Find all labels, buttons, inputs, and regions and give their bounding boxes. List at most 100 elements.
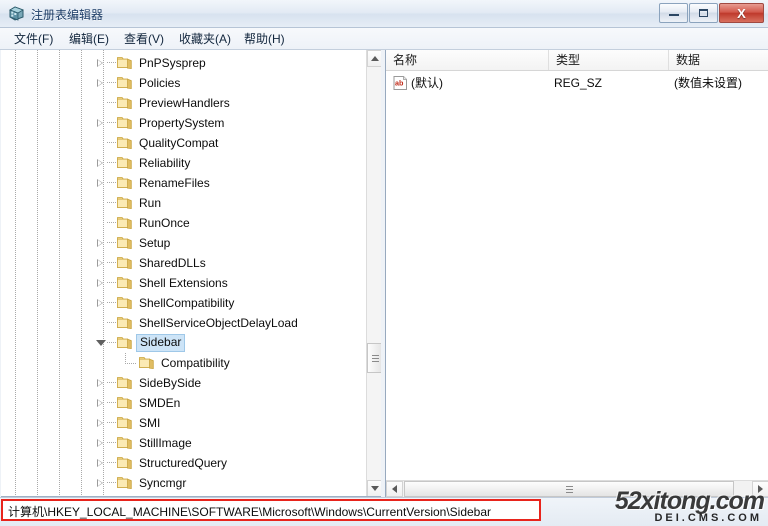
minimize-icon <box>668 11 679 16</box>
window-title: 注册表编辑器 <box>31 8 104 22</box>
tree-item-label: ShellServiceObjectDelayLoad <box>139 316 298 330</box>
hscroll-left-button[interactable] <box>386 481 403 497</box>
expand-triangle-icon[interactable] <box>95 73 111 93</box>
registry-tree[interactable]: PnPSysprep Policies PreviewHandlers Propert… <box>1 50 367 496</box>
status-path-highlight: 计算机\HKEY_LOCAL_MACHINE\SOFTWARE\Microsof… <box>1 499 541 521</box>
registry-editor-icon <box>8 5 25 22</box>
expand-triangle-icon[interactable] <box>95 153 111 173</box>
value-name: (默认) <box>411 76 443 90</box>
tree-item[interactable]: Run <box>1 193 367 213</box>
folder-icon <box>117 436 132 449</box>
tree-item-label: Syncmgr <box>139 476 187 490</box>
tree-item[interactable]: PreviewHandlers <box>1 93 367 113</box>
table-row[interactable]: ab (默认) REG_SZ (数值未设置) <box>386 74 768 92</box>
tree-item[interactable]: SideBySide <box>1 373 367 393</box>
expand-triangle-icon[interactable] <box>95 413 111 433</box>
tree-item[interactable]: Sidebar <box>1 333 367 353</box>
folder-icon <box>117 376 132 389</box>
expand-triangle-icon[interactable] <box>95 453 111 473</box>
registry-tree-pane[interactable]: PnPSysprep Policies PreviewHandlers Propert… <box>1 50 384 497</box>
minimize-button[interactable] <box>659 3 688 23</box>
expand-triangle-icon[interactable] <box>95 433 111 453</box>
title-bar[interactable]: 注册表编辑器 X <box>0 0 768 28</box>
collapse-triangle-icon[interactable] <box>95 333 111 353</box>
menu-help[interactable]: 帮助(H) <box>240 31 289 47</box>
column-header-name[interactable]: 名称 <box>386 50 549 70</box>
grip-icon <box>565 485 573 493</box>
string-value-icon: ab <box>393 76 408 90</box>
folder-icon <box>117 136 132 149</box>
folder-icon <box>117 456 132 469</box>
menu-file[interactable]: 文件(F) <box>10 31 57 47</box>
close-icon: X <box>737 5 746 21</box>
watermark-secondary: DEI.CMS.COM <box>654 512 762 524</box>
expand-triangle-icon[interactable] <box>95 233 111 253</box>
tree-item[interactable]: StillImage <box>1 433 367 453</box>
folder-icon <box>117 396 132 409</box>
tree-item-label: StructuredQuery <box>139 456 228 470</box>
scroll-up-icon <box>371 56 379 61</box>
folder-icon <box>117 56 132 69</box>
tree-item[interactable]: Reliability <box>1 153 367 173</box>
column-header-data[interactable]: 数据 <box>669 50 768 70</box>
tree-item[interactable]: RenameFiles <box>1 173 367 193</box>
tree-item[interactable]: Setup <box>1 233 367 253</box>
window-controls: X <box>658 3 764 24</box>
tree-item-label: SMI <box>139 416 161 430</box>
tree-item[interactable]: Syncmgr <box>1 473 367 493</box>
values-column-header: 名称 类型 数据 <box>386 50 768 71</box>
tree-item-label: Setup <box>139 236 171 250</box>
folder-icon <box>117 256 132 269</box>
tree-item-label: RunOnce <box>139 216 190 230</box>
tree-item-label: Run <box>139 196 162 210</box>
tree-item-label: Compatibility <box>161 356 230 370</box>
tree-item-label: Policies <box>139 76 181 90</box>
expand-triangle-icon[interactable] <box>95 113 111 133</box>
expand-triangle-icon[interactable] <box>95 293 111 313</box>
folder-icon <box>117 316 132 329</box>
expand-triangle-icon[interactable] <box>95 473 111 493</box>
expand-triangle-icon[interactable] <box>95 393 111 413</box>
close-button[interactable]: X <box>719 3 764 23</box>
tree-item[interactable]: PnPSysprep <box>1 53 367 73</box>
tree-item-label: SideBySide <box>139 376 202 390</box>
tree-item-label: RenameFiles <box>139 176 210 190</box>
folder-icon <box>117 416 132 429</box>
tree-item[interactable]: QualityCompat <box>1 133 367 153</box>
svg-text:ab: ab <box>395 79 404 88</box>
maximize-button[interactable] <box>689 3 718 23</box>
menu-view[interactable]: 查看(V) <box>120 31 168 47</box>
expand-triangle-icon[interactable] <box>95 253 111 273</box>
tree-item[interactable]: Compatibility <box>1 353 367 373</box>
tree-item[interactable]: Shell Extensions <box>1 273 367 293</box>
tree-item-label: SMDEn <box>139 396 181 410</box>
menu-favorites[interactable]: 收藏夹(A) <box>175 31 235 47</box>
tree-item[interactable]: ShellCompatibility <box>1 293 367 313</box>
tree-item[interactable]: Policies <box>1 73 367 93</box>
expand-triangle-icon[interactable] <box>95 53 111 73</box>
folder-icon <box>117 236 132 249</box>
scroll-left-icon <box>392 485 397 493</box>
tree-item[interactable]: StructuredQuery <box>1 453 367 473</box>
maximize-icon <box>699 9 708 17</box>
value-data: (数值未设置) <box>674 76 742 90</box>
expand-triangle-icon[interactable] <box>95 373 111 393</box>
tree-item-label: PnPSysprep <box>139 56 206 70</box>
tree-item[interactable]: SMDEn <box>1 393 367 413</box>
folder-icon <box>117 116 132 129</box>
menu-edit[interactable]: 编辑(E) <box>65 31 113 47</box>
folder-icon <box>117 296 132 309</box>
expand-triangle-icon[interactable] <box>95 273 111 293</box>
tree-item[interactable]: SharedDLLs <box>1 253 367 273</box>
column-header-type[interactable]: 类型 <box>549 50 669 70</box>
expand-triangle-icon[interactable] <box>95 173 111 193</box>
tree-item-label: Sidebar <box>136 334 186 352</box>
tree-item[interactable]: RunOnce <box>1 213 367 233</box>
scroll-down-icon <box>371 486 379 491</box>
tree-item[interactable]: ShellServiceObjectDelayLoad <box>1 313 367 333</box>
tree-item[interactable]: PropertySystem <box>1 113 367 133</box>
tree-item[interactable]: SMI <box>1 413 367 433</box>
menu-bar: 文件(F) 编辑(E) 查看(V) 收藏夹(A) 帮助(H) <box>0 28 768 50</box>
content-area: PnPSysprep Policies PreviewHandlers Propert… <box>0 50 768 497</box>
registry-values-pane[interactable]: 名称 类型 数据 ab (默认) REG_SZ (数值未设置) <box>385 50 768 497</box>
